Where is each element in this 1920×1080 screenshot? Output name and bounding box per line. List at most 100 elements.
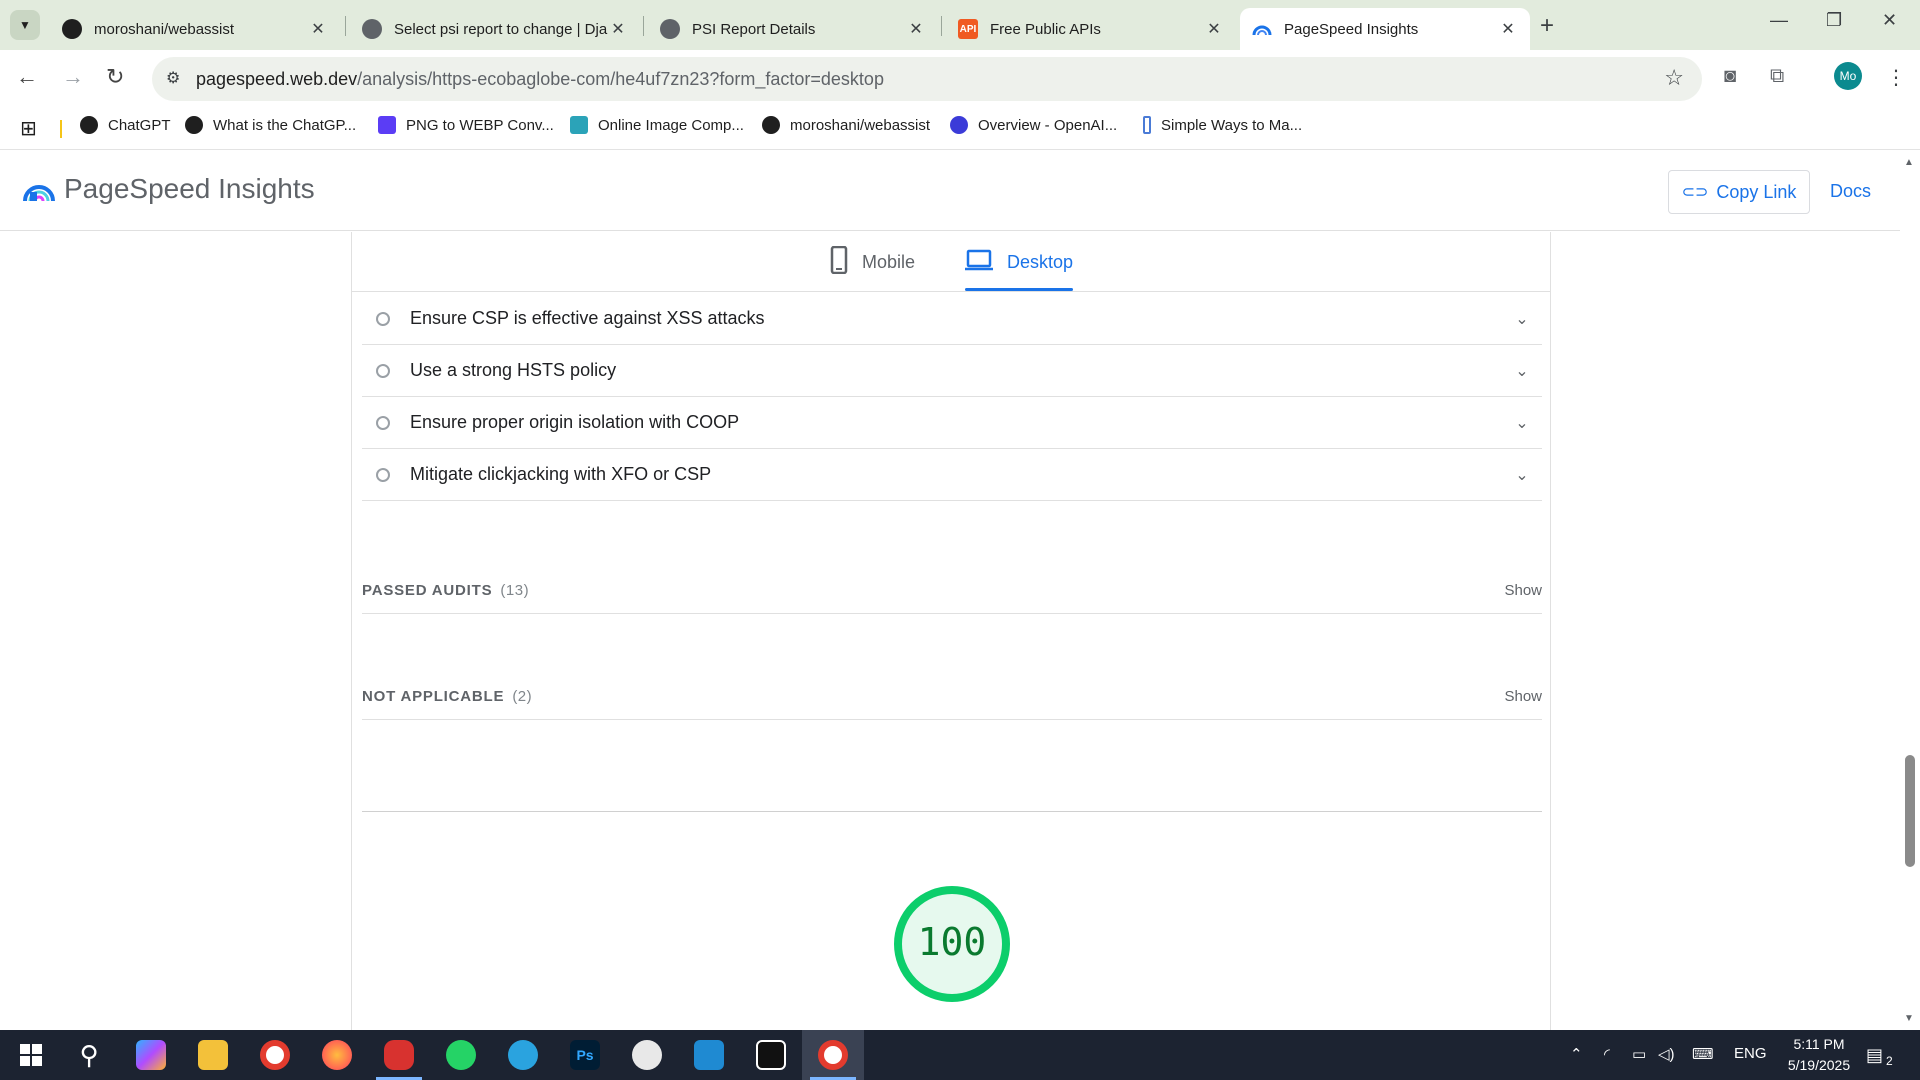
docs-link[interactable]: Docs xyxy=(1830,181,1871,202)
minimize-button[interactable]: — xyxy=(1770,10,1788,31)
passed-audits-group[interactable]: PASSED AUDITS (13) Show xyxy=(362,568,1542,614)
reload-button[interactable]: ↻ xyxy=(106,64,124,90)
globe-icon xyxy=(362,19,382,39)
copy-link-button[interactable]: ⊂⊃ Copy Link xyxy=(1668,170,1810,214)
chevron-down-icon[interactable]: ⌄ xyxy=(1512,465,1532,485)
audit-item[interactable]: Use a strong HSTS policy ⌄ xyxy=(362,345,1542,397)
forward-button[interactable]: → xyxy=(62,64,84,90)
tab-github[interactable]: moroshani/webassist ✕ xyxy=(50,8,340,50)
tab-separator xyxy=(941,16,942,36)
chevron-up-icon[interactable]: ⌃ xyxy=(1570,1045,1583,1063)
firefox-icon xyxy=(322,1040,352,1070)
taskbar-telegram[interactable] xyxy=(492,1030,554,1080)
profile-avatar[interactable]: Mo xyxy=(1834,62,1862,90)
site-info-icon[interactable]: ⚙ xyxy=(166,68,180,88)
tab-mobile[interactable]: Mobile xyxy=(830,245,915,279)
bookmark-star-icon[interactable]: ☆ xyxy=(1664,65,1684,91)
bookmark-item[interactable]: Simple Ways to Ma... xyxy=(1143,116,1302,134)
taskbar-photoshop[interactable]: Ps xyxy=(554,1030,616,1080)
notifications-icon[interactable]: ▤ xyxy=(1866,1045,1883,1066)
new-tab-button[interactable]: + xyxy=(1540,12,1554,40)
scroll-down-icon[interactable]: ▼ xyxy=(1904,1013,1914,1024)
taskbar-whatsapp[interactable] xyxy=(430,1030,492,1080)
battery-icon[interactable]: ▭ xyxy=(1632,1045,1646,1063)
taskbar-vscode[interactable] xyxy=(678,1030,740,1080)
close-icon[interactable]: ✕ xyxy=(1498,19,1518,39)
taskbar-app-box[interactable] xyxy=(740,1030,802,1080)
close-icon[interactable]: ✕ xyxy=(1204,19,1224,39)
volume-icon[interactable]: ◁) xyxy=(1658,1045,1675,1063)
taskbar-chrome[interactable] xyxy=(244,1030,306,1080)
extensions-icon[interactable]: ⧉ xyxy=(1770,65,1784,88)
tab-desktop[interactable]: Desktop xyxy=(965,246,1073,278)
phone-icon xyxy=(830,245,848,279)
psi-header: PageSpeed Insights ⊂⊃ Copy Link Docs xyxy=(0,151,1900,231)
language-indicator[interactable]: ENG xyxy=(1734,1045,1767,1062)
copilot-icon xyxy=(136,1040,166,1070)
close-window-button[interactable]: ✕ xyxy=(1882,10,1897,31)
tab-separator xyxy=(643,16,644,36)
windows-icon xyxy=(20,1044,42,1066)
close-icon[interactable]: ✕ xyxy=(906,19,926,39)
url-text[interactable]: pagespeed.web.dev/analysis/https-ecobagl… xyxy=(196,69,884,90)
scroll-up-icon[interactable]: ▲ xyxy=(1904,157,1914,168)
taskbar-file-explorer[interactable] xyxy=(182,1030,244,1080)
url-host: pagespeed.web.dev xyxy=(196,69,358,89)
url-path: /analysis/https-ecobaglobe-com/he4uf7zn2… xyxy=(357,69,884,89)
system-clock[interactable]: 5:11 PM 5/19/2025 xyxy=(1764,1034,1874,1076)
chevron-down-icon[interactable]: ⌄ xyxy=(1512,413,1532,433)
start-button[interactable] xyxy=(0,1030,62,1080)
tab-psi-report[interactable]: PSI Report Details ✕ xyxy=(648,8,938,50)
tab-pagespeed[interactable]: PageSpeed Insights ✕ xyxy=(1240,8,1530,50)
bookmark-item[interactable]: PNG to WEBP Conv... xyxy=(378,116,554,134)
openai-icon xyxy=(80,116,98,134)
taskbar-app-brain[interactable] xyxy=(616,1030,678,1080)
taskbar-app-red[interactable] xyxy=(368,1030,430,1080)
page-scrollbar[interactable]: ▲ ▼ xyxy=(1900,151,1920,1030)
show-button[interactable]: Show xyxy=(1504,688,1542,705)
scrollbar-thumb[interactable] xyxy=(1905,755,1915,867)
tab-strip: ▼ moroshani/webassist ✕ Select psi repor… xyxy=(0,0,1920,50)
taskbar-chrome-profile[interactable] xyxy=(802,1030,864,1080)
tab-search-button[interactable]: ▼ xyxy=(10,10,40,40)
tab-free-apis[interactable]: API Free Public APIs ✕ xyxy=(946,8,1236,50)
taskbar-firefox[interactable] xyxy=(306,1030,368,1080)
close-icon[interactable]: ✕ xyxy=(308,19,328,39)
show-button[interactable]: Show xyxy=(1504,582,1542,599)
menu-icon[interactable]: ⋮ xyxy=(1886,65,1906,90)
search-icon: ⚲ xyxy=(79,1039,99,1070)
section-divider xyxy=(362,811,1542,812)
search-button[interactable]: ⚲ xyxy=(58,1030,120,1080)
network-icon[interactable]: ◜ xyxy=(1604,1045,1610,1063)
close-icon[interactable]: ✕ xyxy=(608,19,628,39)
tab-title: PSI Report Details xyxy=(692,20,816,38)
apps-grid-icon[interactable]: ⊞ xyxy=(20,116,37,141)
taskbar-copilot[interactable] xyxy=(120,1030,182,1080)
not-applicable-group[interactable]: NOT APPLICABLE (2) Show xyxy=(362,674,1542,720)
bookmark-item[interactable]: ChatGPT xyxy=(80,116,171,134)
bookmark-separator xyxy=(60,120,62,138)
back-button[interactable]: ← xyxy=(16,64,38,90)
tab-title: PageSpeed Insights xyxy=(1284,20,1419,38)
bookmarks-bar: ⊞ ChatGPT What is the ChatGP... PNG to W… xyxy=(0,108,1920,150)
pagespeed-logo-icon xyxy=(23,185,55,202)
chevron-down-icon[interactable]: ⌄ xyxy=(1512,361,1532,381)
tab-psi-admin[interactable]: Select psi report to change | Dja ✕ xyxy=(350,8,640,50)
bookmark-item[interactable]: moroshani/webassist xyxy=(762,116,930,134)
keyboard-icon[interactable]: ⌨ xyxy=(1692,1045,1714,1063)
restore-button[interactable]: ❐ xyxy=(1826,10,1842,31)
chrome-icon xyxy=(260,1040,290,1070)
address-bar[interactable]: ⚙ pagespeed.web.dev/analysis/https-ecoba… xyxy=(152,57,1702,101)
audit-item[interactable]: Ensure CSP is effective against XSS atta… xyxy=(362,293,1542,345)
bookmark-item[interactable]: What is the ChatGP... xyxy=(185,116,356,134)
bookmark-item[interactable]: Online Image Comp... xyxy=(570,116,744,134)
camera-icon[interactable]: ◙ xyxy=(1724,65,1736,88)
informative-circle-icon xyxy=(376,311,390,326)
chevron-down-icon[interactable]: ⌄ xyxy=(1512,309,1532,329)
vscode-icon xyxy=(694,1040,724,1070)
audit-item[interactable]: Mitigate clickjacking with XFO or CSP ⌄ xyxy=(362,449,1542,501)
chrome-profile-icon xyxy=(818,1040,848,1070)
page-title: PageSpeed Insights xyxy=(64,173,315,204)
audit-item[interactable]: Ensure proper origin isolation with COOP… xyxy=(362,397,1542,449)
bookmark-item[interactable]: Overview - OpenAI... xyxy=(950,116,1117,134)
